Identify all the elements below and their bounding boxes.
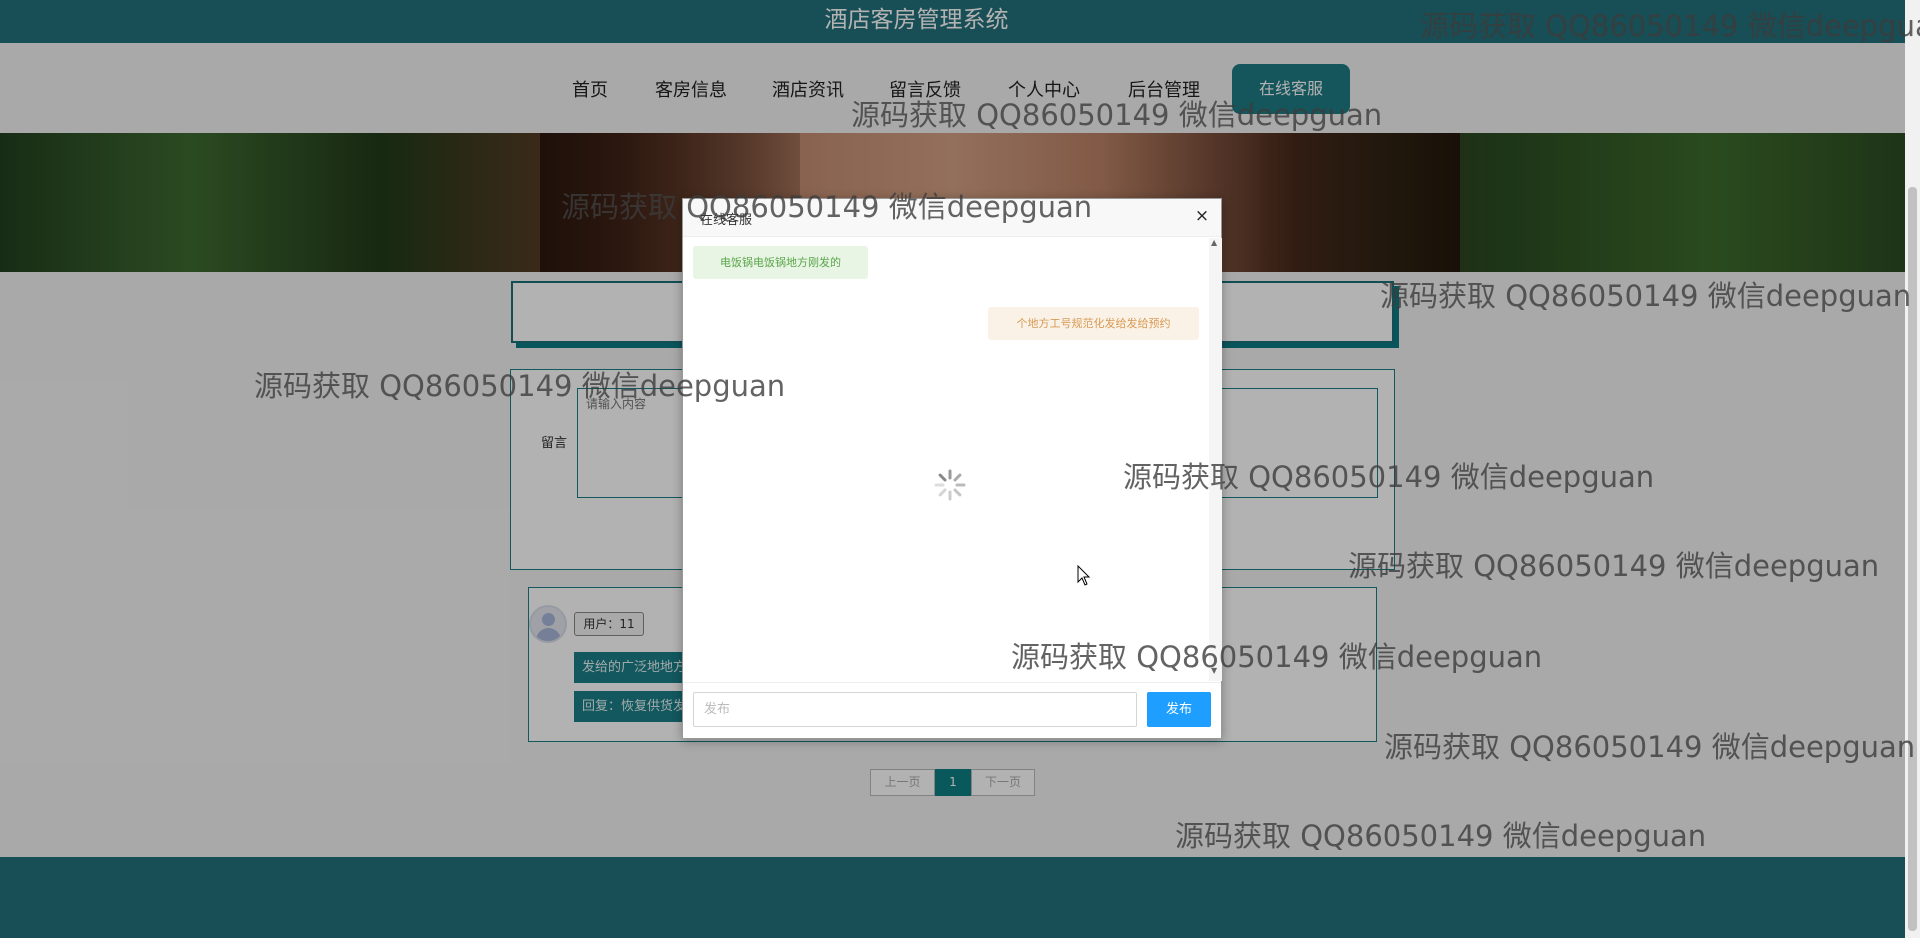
page-scrollbar[interactable] (1905, 0, 1920, 938)
mouse-cursor-icon (1077, 565, 1091, 586)
chat-input[interactable] (693, 692, 1137, 727)
loading-spinner-icon (934, 469, 966, 501)
chat-message-sent: 个地方工号规范化发给发给预约 (988, 307, 1199, 340)
scroll-down-icon[interactable]: ▼ (1211, 666, 1217, 675)
dialog-title: 在线客服 (700, 213, 753, 228)
chat-messages: 电饭锅电饭锅地方刚发的 个地方工号规范化发给发给预约 (683, 238, 1209, 681)
close-icon[interactable]: × (1191, 205, 1213, 227)
dialog-footer: 发布 (683, 682, 1221, 738)
dialog-header: 在线客服 × (683, 199, 1221, 237)
scroll-up-icon[interactable]: ▲ (1211, 238, 1217, 247)
online-service-dialog: 在线客服 × 电饭锅电饭锅地方刚发的 个地方工号规范化发给发给预约 ▲ ▼ 发布 (682, 198, 1222, 739)
send-button[interactable]: 发布 (1147, 692, 1211, 727)
chat-message-received: 电饭锅电饭锅地方刚发的 (693, 246, 868, 279)
page-scroll-thumb[interactable] (1908, 187, 1917, 931)
chat-scrollbar[interactable]: ▲ ▼ (1209, 238, 1222, 681)
